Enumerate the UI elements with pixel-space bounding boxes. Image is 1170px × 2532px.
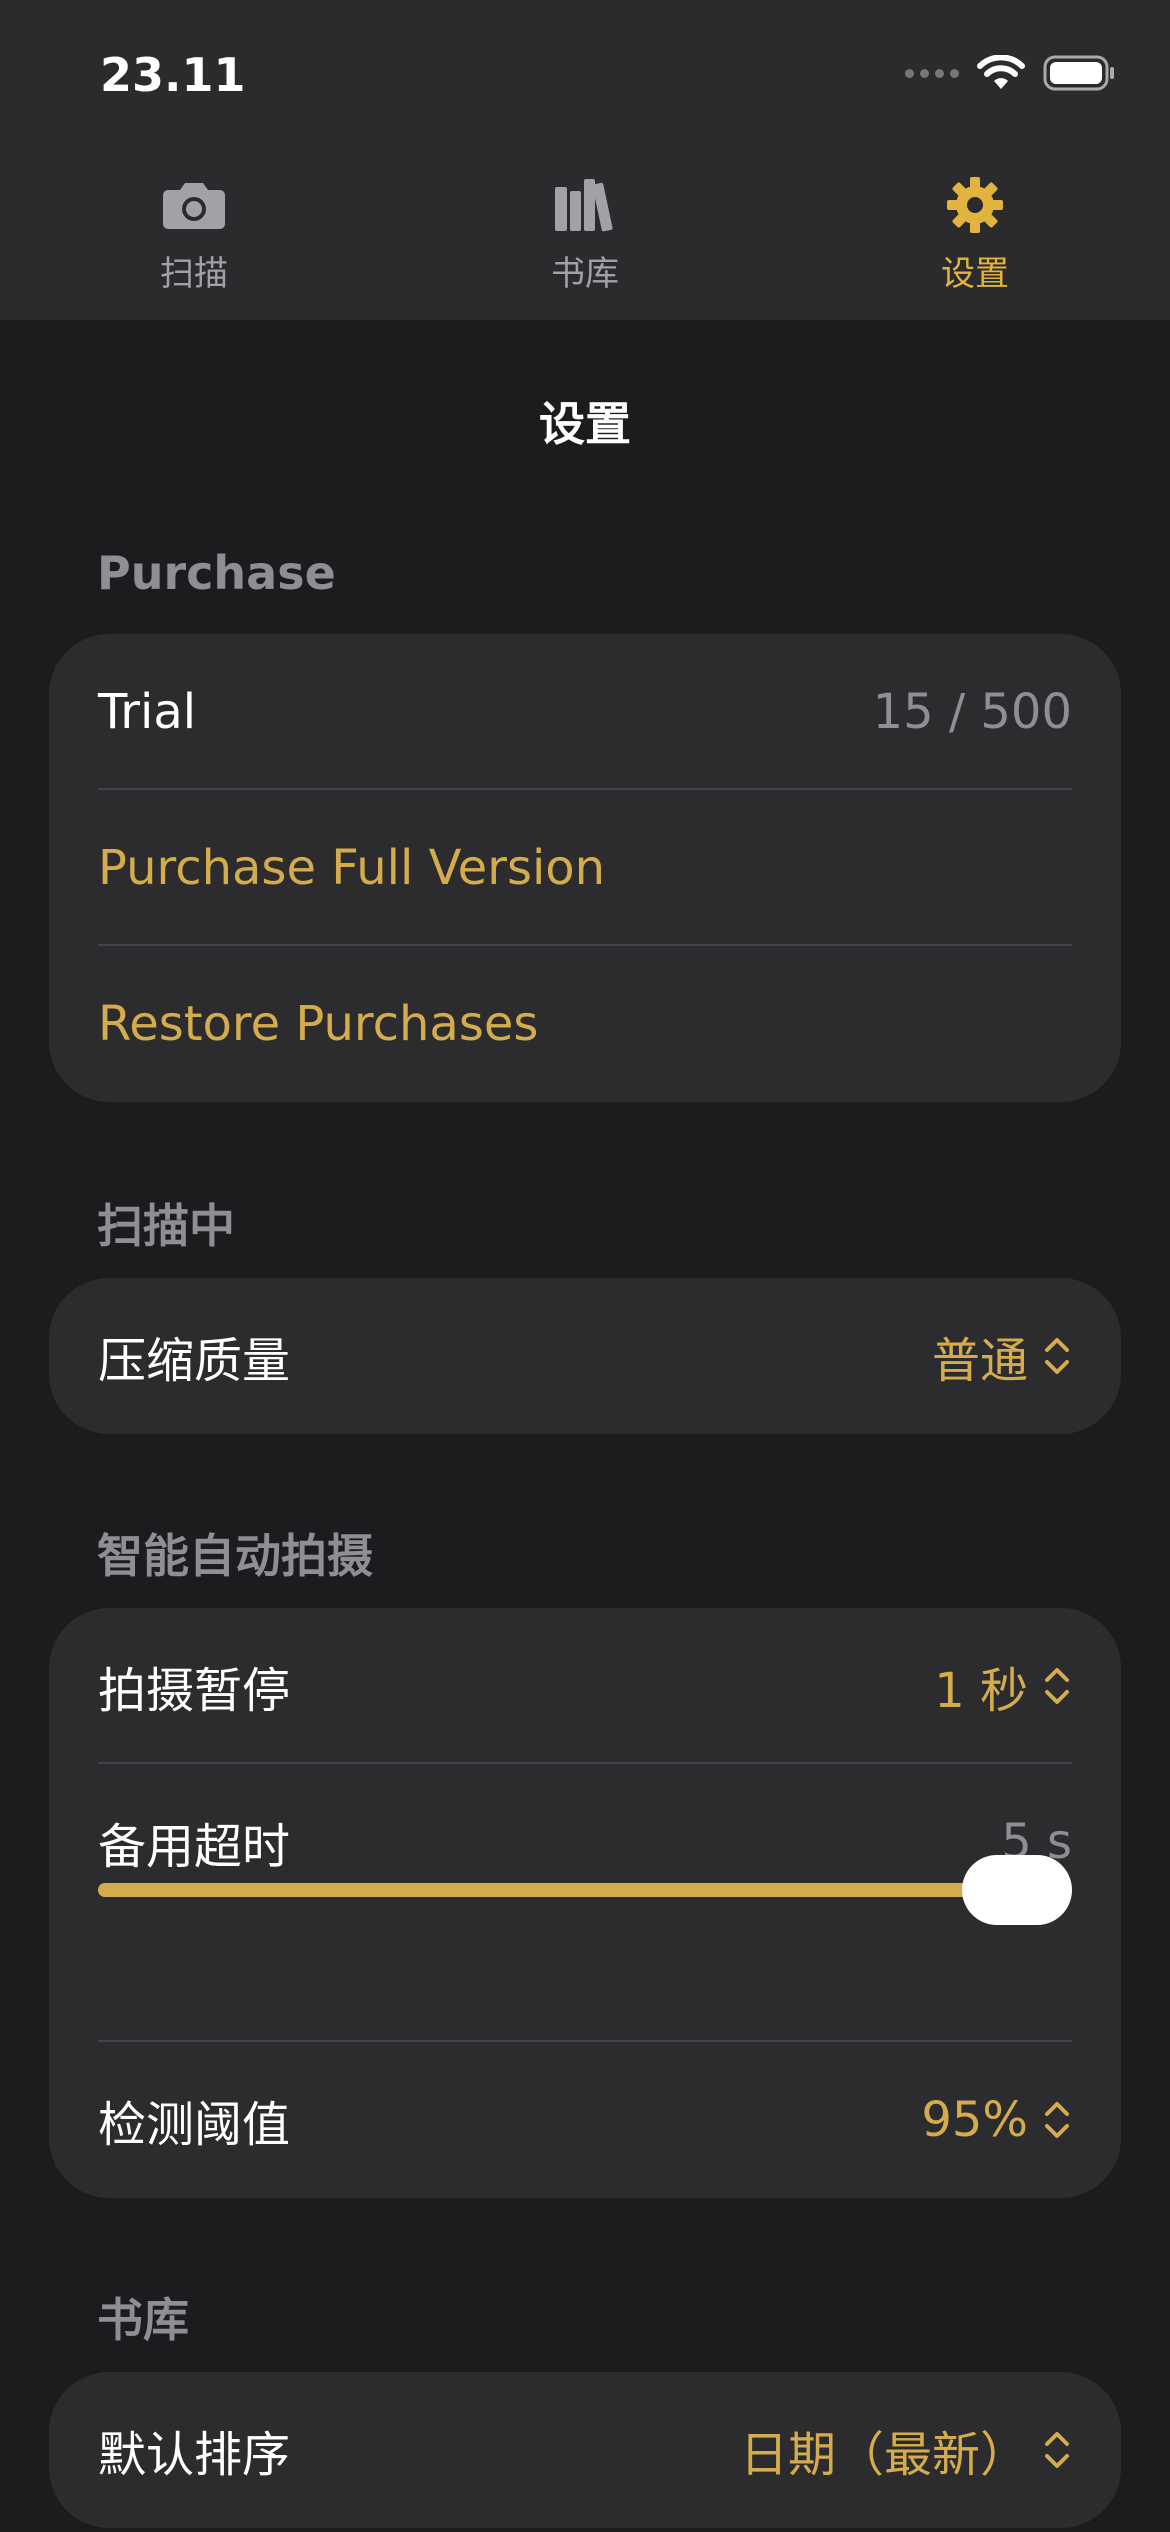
tab-settings-label: 设置: [941, 254, 1009, 294]
section-header-purchase: Purchase: [97, 546, 336, 600]
tab-scan-label: 扫描: [160, 254, 228, 294]
default-sort-label: 默认排序: [98, 2427, 291, 2483]
detection-threshold-row[interactable]: 检测阈值 95%: [49, 2042, 1121, 2198]
library-card: 默认排序 日期（最新）: [49, 2372, 1121, 2528]
page-title: 设置: [539, 397, 631, 451]
purchase-full-version-button[interactable]: Purchase Full Version: [49, 790, 1121, 946]
tab-settings[interactable]: 设置: [855, 170, 1095, 295]
purchase-full-version-label: Purchase Full Version: [98, 840, 606, 896]
capture-pause-row[interactable]: 拍摄暂停 1 秒: [49, 1608, 1121, 1764]
status-icons: [905, 50, 1115, 96]
chevron-up-down-icon: [1045, 1668, 1069, 1704]
tab-library[interactable]: 书库: [465, 170, 705, 295]
library-icon: [555, 179, 613, 232]
fallback-timeout-row: 备用超时 5 s: [49, 1764, 1121, 2042]
camera-icon: [163, 183, 225, 229]
compression-quality-picker[interactable]: 普通: [932, 1321, 1072, 1391]
chevron-up-down-icon: [1045, 2102, 1069, 2138]
scanning-card: 压缩质量 普通: [49, 1278, 1121, 1434]
chevron-up-down-icon: [1045, 1338, 1069, 1374]
battery-icon: [1043, 55, 1114, 91]
purchase-card: Trial 15 / 500 Purchase Full Version Res…: [49, 634, 1121, 1102]
trial-count: 15 / 500: [872, 684, 1072, 740]
capture-pause-picker[interactable]: 1 秒: [934, 1651, 1072, 1721]
detection-threshold-label: 检测阈值: [98, 2097, 291, 2153]
section-header-scanning: 扫描中: [97, 1199, 235, 1253]
tab-library-label: 书库: [551, 254, 619, 294]
gear-icon: [947, 177, 1003, 233]
tab-scan[interactable]: 扫描: [74, 170, 314, 295]
section-header-library: 书库: [97, 2293, 189, 2347]
trial-label: Trial: [98, 684, 197, 740]
fallback-timeout-slider[interactable]: [98, 1850, 1072, 1930]
default-sort-picker[interactable]: 日期（最新）: [740, 2415, 1072, 2485]
compression-quality-label: 压缩质量: [98, 1333, 291, 1389]
trial-row: Trial 15 / 500: [49, 634, 1121, 790]
default-sort-row[interactable]: 默认排序 日期（最新）: [49, 2372, 1121, 2528]
cellular-signal-icon: [905, 68, 959, 78]
status-bar: 23.11: [0, 0, 1170, 140]
slider-thumb: [962, 1855, 1072, 1925]
capture-pause-value: 1 秒: [934, 1663, 1028, 1719]
detection-threshold-picker[interactable]: 95%: [921, 2092, 1072, 2148]
slider-fill: [98, 1883, 1017, 1897]
capture-pause-label: 拍摄暂停: [98, 1663, 291, 1719]
default-sort-value: 日期（最新）: [739, 2427, 1028, 2483]
auto-capture-card: 拍摄暂停 1 秒 备用超时 5 s 检测阈值 95%: [49, 1608, 1121, 2198]
wifi-icon: [977, 55, 1025, 89]
detection-threshold-value: 95%: [921, 2092, 1028, 2148]
compression-quality-row[interactable]: 压缩质量 普通: [49, 1278, 1121, 1434]
chevron-up-down-icon: [1045, 2432, 1069, 2468]
restore-purchases-button[interactable]: Restore Purchases: [49, 946, 1121, 1102]
status-time: 23.11: [100, 48, 246, 102]
restore-purchases-label: Restore Purchases: [98, 996, 539, 1052]
compression-quality-value: 普通: [931, 1333, 1028, 1389]
section-header-auto-capture: 智能自动拍摄: [97, 1529, 373, 1583]
tab-bar: 扫描 书库 设置: [0, 140, 1170, 320]
